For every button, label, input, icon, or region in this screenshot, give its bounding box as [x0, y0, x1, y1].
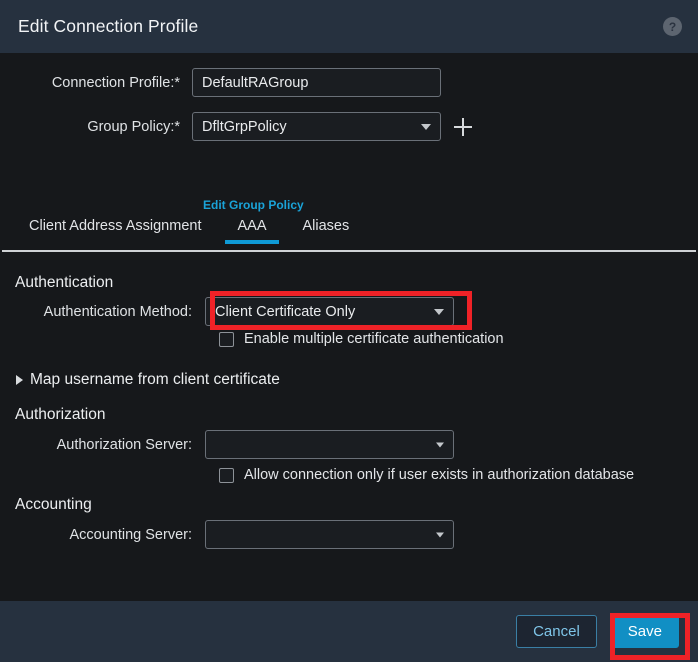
authorization-server-label: Authorization Server:: [56, 436, 192, 453]
authentication-section-title: Authentication: [15, 274, 114, 291]
allow-connection-if-user-exists-row: Allow connection only if user exists in …: [219, 467, 634, 483]
add-group-policy-plus-icon[interactable]: [454, 117, 472, 136]
connection-profile-label: Connection Profile:*: [51, 74, 180, 91]
edit-connection-profile-dialog: Edit Connection Profile ? Connection Pro…: [0, 0, 698, 662]
dialog-titlebar: Edit Connection Profile ?: [0, 0, 698, 53]
chevron-down-icon: [434, 308, 444, 315]
authentication-method-label: Authentication Method:: [43, 303, 192, 320]
dialog-body: Connection Profile:* Group Policy:* Dflt…: [0, 53, 698, 601]
connection-profile-input[interactable]: [192, 68, 441, 97]
group-policy-row: Group Policy:* DfltGrpPolicy: [0, 112, 472, 141]
allow-connection-if-user-exists-label: Allow connection only if user exists in …: [244, 467, 635, 483]
tab-bar-separator: [2, 250, 696, 252]
allow-connection-if-user-exists-checkbox[interactable]: [219, 467, 234, 483]
chevron-down-icon: [421, 123, 431, 130]
authorization-server-select[interactable]: [205, 430, 454, 459]
authentication-method-selected-value: Client Certificate Only: [215, 303, 356, 320]
tab-bar: Client Address Assignment AAA Aliases: [0, 218, 698, 252]
accounting-server-label: Accounting Server:: [69, 526, 192, 543]
accounting-server-select[interactable]: [205, 520, 454, 549]
chevron-down-icon: [436, 532, 444, 537]
tab-aaa[interactable]: AAA: [219, 218, 284, 244]
enable-multiple-certificate-authentication-checkbox[interactable]: [219, 331, 234, 347]
help-question-icon[interactable]: ?: [663, 17, 682, 36]
authorization-server-row: Authorization Server:: [0, 430, 454, 459]
chevron-right-icon: [16, 375, 23, 385]
enable-multiple-certificate-authentication-row: Enable multiple certificate authenticati…: [219, 331, 504, 347]
dialog-footer: Cancel Save: [0, 601, 698, 662]
map-username-from-client-certificate-toggle[interactable]: Map username from client certificate: [16, 371, 280, 389]
tab-client-address-assignment[interactable]: Client Address Assignment: [29, 218, 219, 243]
enable-multiple-certificate-authentication-label: Enable multiple certificate authenticati…: [244, 331, 504, 347]
authentication-method-select[interactable]: Client Certificate Only: [205, 297, 454, 326]
group-policy-label: Group Policy:*: [87, 118, 180, 135]
map-username-from-client-certificate-label: Map username from client certificate: [30, 371, 280, 388]
group-policy-selected-value: DfltGrpPolicy: [202, 118, 287, 135]
authentication-method-row: Authentication Method: Client Certificat…: [0, 297, 454, 326]
edit-group-policy-link[interactable]: Edit Group Policy: [203, 198, 304, 212]
save-button[interactable]: Save: [610, 615, 679, 648]
accounting-server-row: Accounting Server:: [0, 520, 454, 549]
cancel-button[interactable]: Cancel: [516, 615, 597, 648]
authorization-section-title: Authorization: [15, 406, 106, 423]
tab-aliases[interactable]: Aliases: [285, 218, 368, 243]
accounting-section-title: Accounting: [15, 496, 92, 513]
dialog-title: Edit Connection Profile: [18, 16, 199, 36]
group-policy-select[interactable]: DfltGrpPolicy: [192, 112, 441, 141]
chevron-down-icon: [436, 442, 444, 447]
connection-profile-row: Connection Profile:*: [0, 68, 441, 97]
